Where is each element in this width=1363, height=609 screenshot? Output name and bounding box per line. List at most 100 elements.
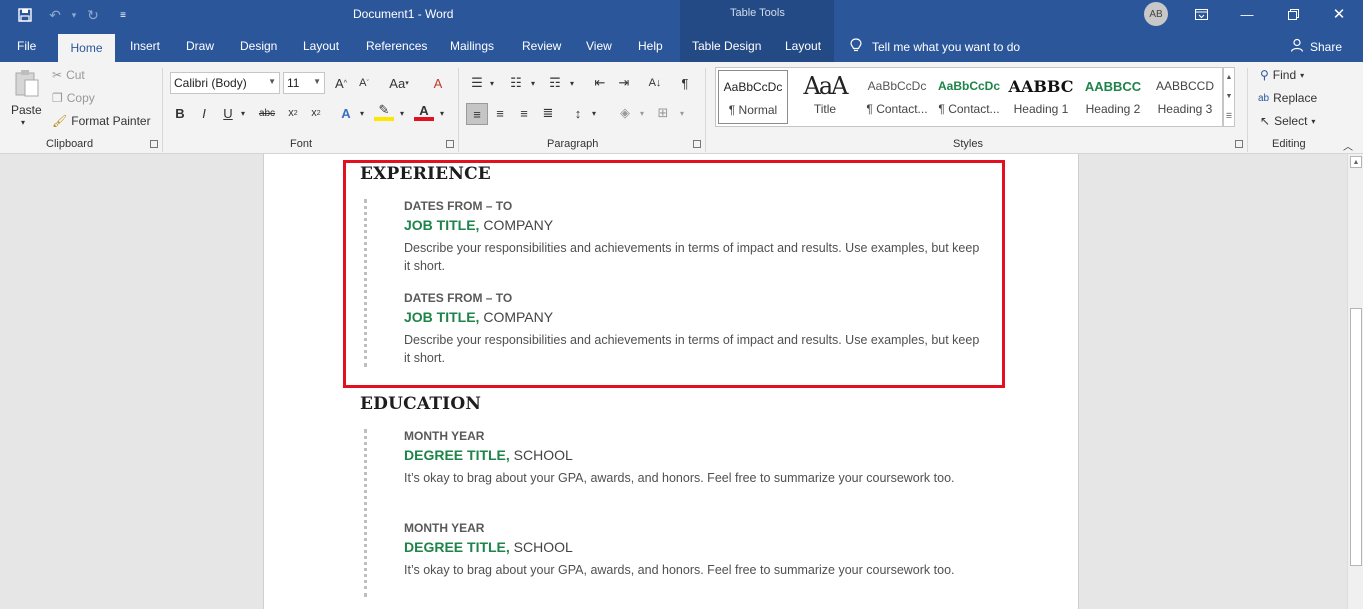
clipboard-launcher-icon[interactable] [150,140,158,148]
ribbon-home: Paste ▾ ✂ Cut ❐ Copy 🖌 Format Painter Clipb… [0,62,1363,154]
bold-icon[interactable]: B [170,103,190,123]
paragraph-launcher-icon[interactable] [693,140,701,148]
tell-me-search[interactable]: Tell me what you want to do [850,38,1020,56]
paste-icon[interactable] [12,68,42,100]
ribbon-tabs: File Home Insert Draw Design Layout Refe… [0,30,1363,62]
avatar[interactable]: AB [1144,2,1168,26]
italic-icon[interactable]: I [194,103,214,123]
scroll-up-icon[interactable]: ▲ [1350,156,1362,168]
borders-dropdown-icon[interactable]: ▾ [672,103,692,123]
align-right-icon[interactable]: ≡ [514,103,534,123]
cut-button[interactable]: ✂ Cut [52,68,85,82]
highlight-dropdown-icon[interactable]: ▾ [392,103,412,123]
subscript-icon[interactable]: x2 [283,103,303,123]
paste-button[interactable]: Paste [11,103,42,117]
shrink-font-icon[interactable]: Aˇ [354,73,374,93]
tab-design[interactable]: Design [240,39,277,53]
grow-font-icon[interactable]: A ^ [331,73,351,93]
style-heading-2[interactable]: AABBCC Heading 2 [1078,70,1148,124]
tab-review[interactable]: Review [522,39,561,53]
text-effects-dropdown-icon[interactable]: ▾ [352,103,372,123]
entry-dates: MONTH YEAR [404,429,485,443]
cursor-arrow-icon: ↖ [1260,114,1271,128]
tab-view[interactable]: View [586,39,612,53]
redo-icon[interactable]: ↻ [83,5,103,25]
increase-indent-icon[interactable]: ⇥ [614,73,634,93]
tab-references[interactable]: References [366,39,427,53]
style-preview: AaA [803,72,849,100]
education-entry[interactable]: MONTH YEAR DEGREE TITLE, SCHOOL It’s oka… [404,521,984,579]
font-name-combo[interactable]: Calibri (Body) ▼ [170,72,280,94]
borders-icon[interactable]: ⊞ [653,103,673,123]
font-color-icon[interactable]: A [414,103,434,121]
styles-launcher-icon[interactable] [1235,140,1243,148]
undo-dropdown-icon[interactable]: ▾ [64,5,84,25]
education-timeline-rule [364,429,367,597]
style-heading-3[interactable]: AABBCCD Heading 3 [1150,70,1220,124]
tab-layout[interactable]: Layout [303,39,339,53]
tab-file[interactable]: File [17,39,36,53]
tab-help[interactable]: Help [638,39,663,53]
tab-table-layout[interactable]: Layout [785,39,821,53]
style-name: Title [813,102,837,116]
style-contact-1[interactable]: AaBbCcDc ¶ Contact... [862,70,932,124]
superscript-icon[interactable]: x2 [306,103,326,123]
find-label: Find [1272,68,1297,82]
style-heading-1[interactable]: AABBC Heading 1 [1006,70,1076,124]
font-launcher-icon[interactable] [446,140,454,148]
editing-group-label: Editing [1272,138,1306,150]
tab-draw[interactable]: Draw [186,39,214,53]
ribbon-display-options-icon[interactable] [1190,4,1212,24]
styles-gallery[interactable]: AaBbCcDc ¶ Normal AaA Title AaBbCcDc ¶ C… [715,67,1223,127]
tab-mailings[interactable]: Mailings [450,39,494,53]
chevron-down-icon[interactable]: ▼ [1226,93,1233,100]
bullets-dropdown-icon[interactable]: ▾ [482,73,502,93]
share-button[interactable]: Share [1290,38,1342,55]
numbering-dropdown-icon[interactable]: ▾ [523,73,543,93]
multilevel-dropdown-icon[interactable]: ▾ [562,73,582,93]
paste-dropdown-icon[interactable]: ▾ [21,118,25,127]
select-button[interactable]: ↖ Select ▾ [1260,114,1315,128]
find-button[interactable]: ⚲ Find ▾ [1260,68,1304,82]
underline-dropdown-icon[interactable]: ▾ [233,103,253,123]
show-formatting-marks-icon[interactable]: ¶ [675,73,695,93]
collapse-ribbon-icon[interactable]: ︿ [1343,138,1353,153]
minimize-icon[interactable]: — [1236,4,1258,24]
style-normal[interactable]: AaBbCcDc ¶ Normal [718,70,788,124]
chevron-up-icon[interactable]: ▲ [1226,74,1233,81]
font-size-combo[interactable]: 11 ▼ [283,72,325,94]
tab-table-design[interactable]: Table Design [692,39,761,53]
copy-button[interactable]: ❐ Copy [52,91,95,105]
align-left-icon[interactable]: ≡ [466,103,488,125]
styles-gallery-scroll[interactable]: ▲ ▼ ☰ [1223,67,1235,127]
shading-dropdown-icon[interactable]: ▾ [632,103,652,123]
tab-home[interactable]: Home [58,34,115,62]
highlighter-icon[interactable]: ✎ [374,102,394,121]
sort-icon[interactable]: A↓ [645,73,665,93]
save-icon[interactable] [15,5,35,25]
clear-formatting-icon[interactable]: A [428,73,448,93]
style-title[interactable]: AaA Title [790,70,860,124]
justify-icon[interactable]: ≣ [538,103,558,123]
tab-insert[interactable]: Insert [130,39,160,53]
align-center-icon[interactable]: ≡ [490,103,510,123]
strikethrough-icon[interactable]: abc [257,103,277,123]
font-color-dropdown-icon[interactable]: ▾ [432,103,452,123]
document-page[interactable]: EXPERIENCE DATES FROM – TO JOB TITLE, CO… [263,154,1079,609]
style-preview: AaBbCcDc [723,80,783,94]
scrollbar-thumb[interactable] [1350,308,1362,566]
education-entry[interactable]: MONTH YEAR DEGREE TITLE, SCHOOL It’s oka… [404,429,984,487]
customize-quick-access-icon[interactable]: ≡ [113,5,133,25]
close-icon[interactable]: ✕ [1328,4,1350,24]
format-painter-button[interactable]: 🖌 Format Painter [52,114,151,128]
undo-icon[interactable]: ↶ [45,5,65,25]
more-styles-icon[interactable]: ☰ [1226,112,1232,120]
change-case-icon[interactable]: Aa ▾ [384,73,414,93]
vertical-scrollbar[interactable]: ▲ [1347,154,1363,609]
decrease-indent-icon[interactable]: ⇤ [590,73,610,93]
line-spacing-dropdown-icon[interactable]: ▾ [584,103,604,123]
replace-button[interactable]: ab Replace [1258,91,1317,105]
restore-icon[interactable] [1282,4,1304,24]
clipboard-group-label: Clipboard [46,138,94,150]
style-contact-2[interactable]: AaBbCcDc ¶ Contact... [934,70,1004,124]
